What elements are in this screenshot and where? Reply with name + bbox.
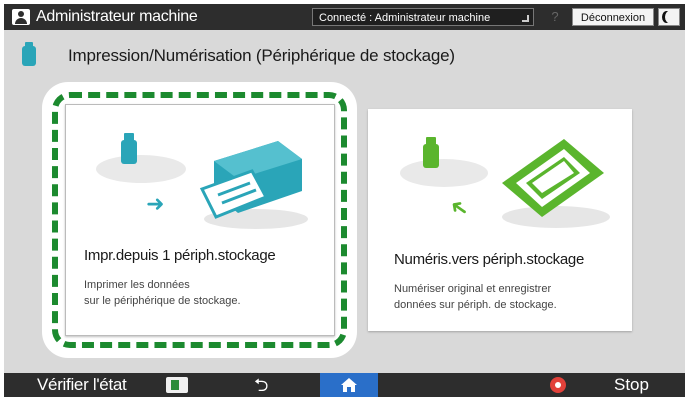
scan-tile-description-line2: données sur périph. de stockage. [394, 299, 557, 311]
stop-button[interactable]: Stop [614, 375, 649, 395]
device-screen: Administrateur machine Connecté : Admini… [4, 4, 685, 397]
scan-tile-title: Numéris.vers périph.stockage [394, 251, 585, 268]
usb-shadow [400, 159, 488, 187]
usb-shadow [96, 155, 186, 183]
top-bar: Administrateur machine Connecté : Admini… [4, 4, 685, 30]
back-icon[interactable]: ⮌ [254, 374, 268, 396]
scan-to-storage-tile[interactable]: ➜ Numéris.vers périph.stockage Numériser… [368, 109, 632, 331]
bottom-bar: Vérifier l'état ⮌ Stop [4, 373, 685, 397]
home-icon [341, 378, 357, 392]
scanner-icon [502, 139, 610, 228]
connected-user-dropdown[interactable]: Connecté : Administrateur machine [312, 8, 534, 26]
usb-drive-icon [121, 140, 137, 164]
page-title: Impression/Numérisation (Périphérique de… [68, 46, 455, 65]
print-from-storage-tile[interactable]: ➜ Impr.depuis 1 périph.stockage Imprimer… [65, 104, 335, 336]
printer-icon [199, 141, 308, 229]
user-icon [12, 9, 30, 25]
logout-button[interactable]: Déconnexion [572, 8, 654, 26]
print-tile-description-line2: sur le périphérique de stockage. [84, 295, 241, 307]
scan-tile-description-line1: Numériser original et enregistrer [394, 283, 552, 295]
usb-drive-icon [22, 42, 36, 66]
user-name: Administrateur machine [36, 8, 198, 25]
night-mode-icon[interactable] [658, 8, 680, 26]
arrow-left-icon: ➜ [444, 192, 475, 224]
home-button[interactable] [320, 373, 378, 397]
job-list-icon[interactable] [166, 377, 188, 393]
print-tile-title: Impr.depuis 1 périph.stockage [84, 247, 276, 264]
arrow-right-icon: ➜ [146, 191, 165, 216]
usb-drive-icon [423, 144, 439, 168]
scan-tile-description: Numériser original et enregistrer donnée… [394, 281, 557, 313]
print-tile-description: Imprimer les données sur le périphérique… [84, 277, 241, 309]
check-status-button[interactable]: Vérifier l'état [37, 375, 127, 395]
help-icon[interactable]: ? [544, 8, 566, 26]
print-tile-description-line1: Imprimer les données [84, 279, 190, 291]
stop-icon[interactable] [550, 377, 566, 393]
